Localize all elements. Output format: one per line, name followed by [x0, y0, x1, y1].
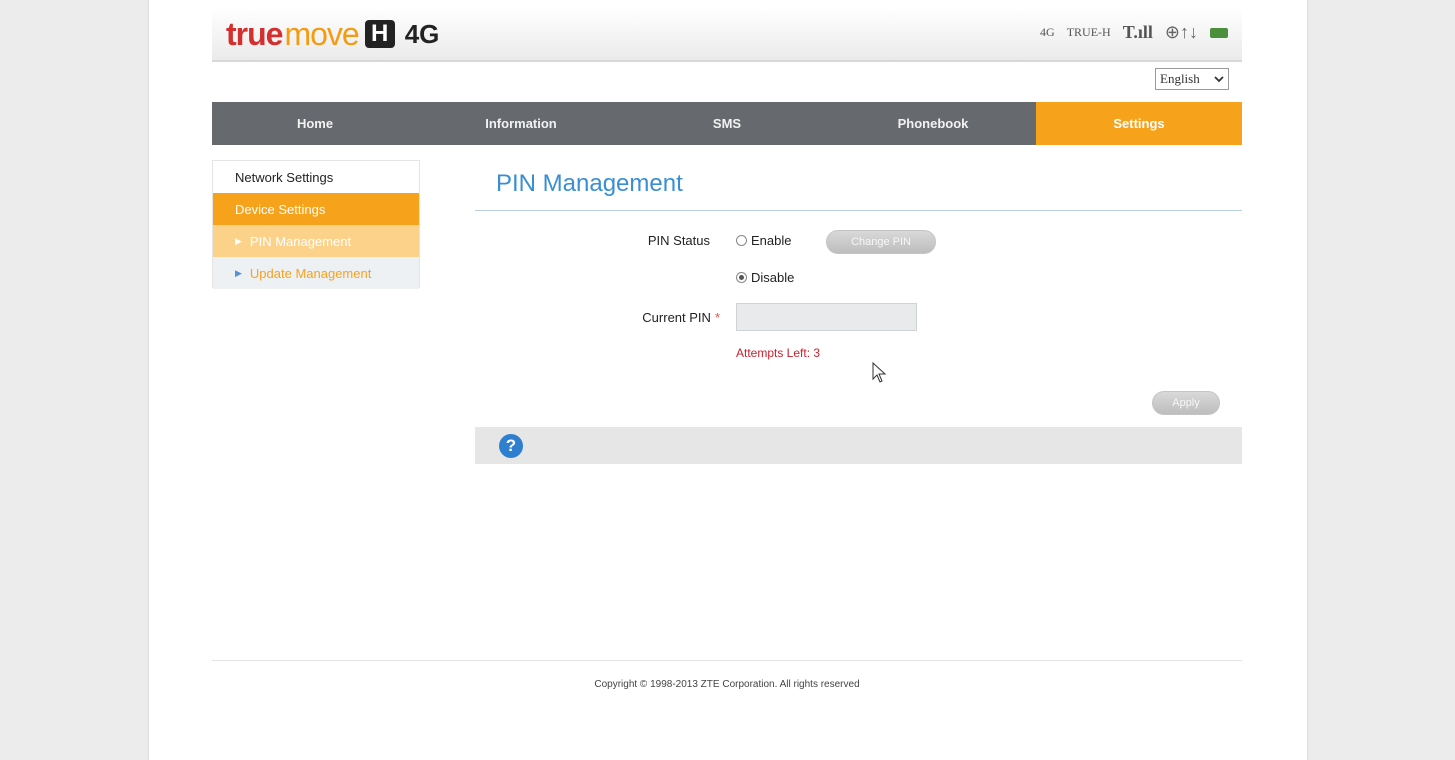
tab-home[interactable]: Home	[212, 102, 418, 145]
chevron-right-icon: ▶	[235, 267, 242, 278]
sim-icon	[1210, 27, 1228, 38]
change-pin-button[interactable]: Change PIN	[826, 230, 936, 254]
sidebar-item-network-settings[interactable]: Network Settings	[213, 161, 419, 193]
sidebar-item-device-settings[interactable]: Device Settings	[213, 193, 419, 225]
logo-move: move	[284, 15, 359, 52]
language-select[interactable]: English	[1155, 68, 1229, 90]
current-pin-label: Current PIN *	[590, 310, 720, 325]
sidebar-item-label: Update Management	[249, 265, 372, 281]
sidebar-item-label: Device Settings	[235, 201, 326, 217]
radio-circle-icon	[736, 235, 747, 246]
apply-button[interactable]: Apply	[1152, 391, 1220, 415]
footer-copyright: Copyright © 1998-2013 ZTE Corporation. A…	[594, 679, 860, 690]
network-type-indicator: 4G	[1040, 25, 1055, 39]
page-title: PIN Management	[496, 170, 683, 197]
radio-circle-icon	[736, 272, 747, 283]
chevron-down-icon	[1214, 76, 1224, 83]
status-area: 4G TRUE-H T.ıll ⊕↑↓	[1040, 22, 1228, 43]
current-pin-input[interactable]	[736, 303, 917, 331]
header-bar: true move H 4G 4G TRUE-H T.ıll ⊕↑↓	[212, 8, 1242, 62]
language-selected: English	[1160, 71, 1200, 86]
help-icon[interactable]: ?	[499, 434, 523, 458]
cursor-icon	[872, 362, 887, 383]
attempts-left-text: Attempts Left: 3	[736, 346, 821, 360]
footer-divider	[212, 660, 1242, 661]
settings-sidebar: Network Settings Device Settings ▶ PIN M…	[212, 160, 420, 289]
tab-sms[interactable]: SMS	[624, 102, 830, 145]
tab-settings[interactable]: Settings	[1036, 102, 1242, 145]
current-pin-label-text: Current PIN	[642, 310, 711, 325]
help-bar: ?	[475, 427, 1242, 464]
pin-status-label: PIN Status	[647, 233, 710, 248]
required-mark: *	[714, 310, 720, 325]
tab-phonebook[interactable]: Phonebook	[830, 102, 1036, 145]
signal-icon: T.ıll	[1122, 22, 1153, 42]
chevron-right-icon: ▶	[235, 235, 242, 246]
title-divider	[475, 210, 1242, 211]
logo-4g: 4G	[404, 18, 440, 49]
disable-radio[interactable]: Disable	[736, 270, 794, 285]
sidebar-item-pin-management[interactable]: ▶ PIN Management	[213, 225, 419, 257]
logo-true: true	[226, 15, 283, 52]
globe-icon: ⊕↑↓	[1164, 22, 1198, 42]
main-nav: Home Information SMS Phonebook Settings	[212, 102, 1242, 145]
operator-name: TRUE-H	[1066, 25, 1111, 39]
truemove-logo: true move H 4G	[226, 14, 439, 54]
logo-h-icon: H	[364, 20, 395, 48]
enable-label: Enable	[751, 233, 792, 248]
sidebar-item-update-management[interactable]: ▶ Update Management	[213, 257, 419, 289]
enable-radio[interactable]: Enable	[736, 233, 791, 248]
sidebar-item-label: PIN Management	[249, 233, 352, 249]
disable-label: Disable	[751, 270, 795, 285]
sidebar-item-label: Network Settings	[235, 169, 334, 185]
tab-information[interactable]: Information	[418, 102, 624, 145]
